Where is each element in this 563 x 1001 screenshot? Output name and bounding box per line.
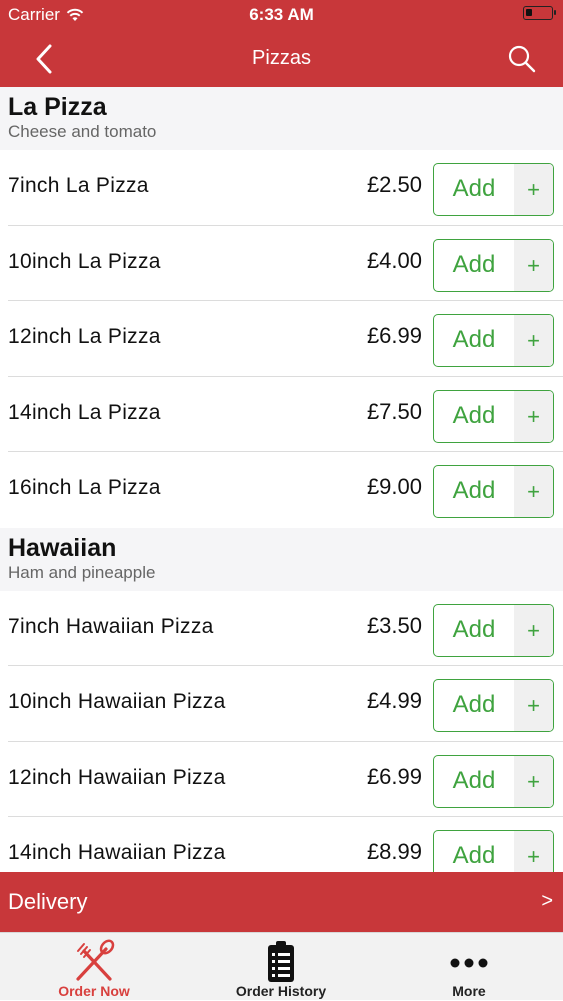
more-dots-icon xyxy=(450,958,488,968)
delivery-label: Delivery xyxy=(8,889,88,914)
section-header: La Pizza Cheese and tomato xyxy=(0,87,563,150)
tab-more[interactable]: More xyxy=(389,933,549,1001)
item-price: £4.00 xyxy=(366,247,422,273)
add-label: Add xyxy=(452,326,496,353)
item-price: £6.99 xyxy=(366,763,422,789)
add-label: Add xyxy=(452,175,496,202)
delivery-arrow: > xyxy=(541,890,553,912)
item-price: £4.99 xyxy=(366,688,422,713)
battery-level xyxy=(526,9,532,16)
item-name: 12inch Hawaiian Pizza xyxy=(8,765,226,789)
tab-order-now[interactable]: Order Now xyxy=(14,933,174,1001)
add-label: Add xyxy=(452,766,496,794)
menu-item-row: 12inch Hawaiian Pizza £6.99 Add + xyxy=(0,741,563,817)
add-label: Add xyxy=(452,842,496,869)
menu-item-row: 14inch Hawaiian Pizza £8.99 Add + xyxy=(0,817,563,872)
fork-spoon-icon xyxy=(76,939,115,981)
section-subtitle: Cheese and tomato xyxy=(8,122,157,141)
menu-item-row: 7inch Hawaiian Pizza £3.50 Add + xyxy=(0,590,563,666)
item-name: 12inch La Pizza xyxy=(8,325,161,348)
plus-icon: + xyxy=(514,315,553,366)
plus-icon: + xyxy=(514,466,553,517)
item-name: 10inch La Pizza xyxy=(8,249,161,273)
plus-icon: + xyxy=(514,831,553,872)
add-button[interactable]: Add + xyxy=(433,389,554,443)
tab-label: Order History xyxy=(235,983,327,999)
plus-icon: + xyxy=(514,755,553,807)
menu-item-row: 7inch La Pizza £2.50 Add + xyxy=(0,150,563,226)
plus-icon: + xyxy=(514,680,553,731)
item-price: £7.50 xyxy=(366,398,422,424)
add-label: Add xyxy=(452,401,496,429)
menu-item-row: 14inch La Pizza £7.50 Add + xyxy=(0,376,563,452)
menu-item-row: 10inch Hawaiian Pizza £4.99 Add + xyxy=(0,666,563,742)
clipboard-list-icon xyxy=(268,941,294,982)
page-title: Pizzas xyxy=(252,47,311,69)
delivery-bar[interactable]: Delivery > xyxy=(0,872,563,932)
menu-item-row: 10inch La Pizza £4.00 Add + xyxy=(0,225,563,301)
add-label: Add xyxy=(452,615,496,643)
status-bar: Carrier 6:33 AM xyxy=(0,0,563,30)
add-label: Add xyxy=(452,691,496,718)
status-time: 6:33 AM xyxy=(249,5,314,24)
add-button[interactable]: Add + xyxy=(433,603,554,657)
item-name: 7inch Hawaiian Pizza xyxy=(8,614,214,638)
add-button[interactable]: Add + xyxy=(433,314,554,367)
section-title: La Pizza xyxy=(8,93,107,121)
add-button[interactable]: Add + xyxy=(433,238,554,292)
plus-icon: + xyxy=(514,239,553,291)
section-title: Hawaiian xyxy=(8,533,117,562)
menu-item-row: 16inch La Pizza £9.00 Add + xyxy=(0,452,563,528)
section-header: Hawaiian Ham and pineapple xyxy=(0,527,563,591)
search-icon[interactable] xyxy=(505,42,539,76)
item-name: 14inch Hawaiian Pizza xyxy=(8,841,226,864)
item-name: 14inch La Pizza xyxy=(8,400,161,424)
battery-icon xyxy=(523,6,556,20)
menu-list[interactable]: La Pizza Cheese and tomato 7inch La Pizza £… xyxy=(0,87,563,872)
plus-icon: + xyxy=(514,164,553,215)
add-button[interactable]: Add + xyxy=(433,754,554,808)
item-name: 16inch La Pizza xyxy=(8,476,161,499)
tab-label: More xyxy=(452,983,486,999)
tab-order-history[interactable]: Order History xyxy=(201,933,361,1001)
add-button[interactable]: Add + xyxy=(433,163,554,216)
item-name: 10inch Hawaiian Pizza xyxy=(8,690,226,713)
nav-bar: Pizzas xyxy=(0,30,563,87)
plus-icon: + xyxy=(514,390,553,442)
item-name: 7inch La Pizza xyxy=(8,174,149,197)
item-price: £6.99 xyxy=(366,323,422,348)
item-price: £2.50 xyxy=(366,172,422,197)
add-button[interactable]: Add + xyxy=(433,830,554,872)
item-price: £3.50 xyxy=(366,612,422,638)
plus-icon: + xyxy=(514,604,553,656)
item-price: £8.99 xyxy=(366,839,422,864)
add-label: Add xyxy=(452,477,496,504)
add-button[interactable]: Add + xyxy=(433,465,554,518)
menu-item-row: 12inch La Pizza £6.99 Add + xyxy=(0,301,563,377)
section-subtitle: Ham and pineapple xyxy=(8,562,156,582)
tab-label: Order Now xyxy=(58,983,130,999)
add-button[interactable]: Add + xyxy=(433,679,554,732)
add-label: Add xyxy=(452,250,496,278)
item-price: £9.00 xyxy=(366,474,422,499)
tab-bar: Order Now Order History More xyxy=(0,932,563,1000)
